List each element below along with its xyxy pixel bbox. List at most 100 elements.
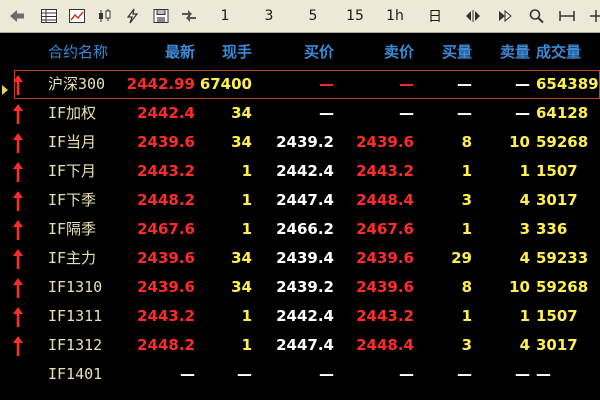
line-chart-icon[interactable] <box>66 3 88 29</box>
up-arrow-icon <box>13 104 23 124</box>
ask-qty: 1 <box>519 307 530 325</box>
playback-icon[interactable] <box>494 3 516 29</box>
volume-now: 1 <box>241 191 252 209</box>
up-arrow-icon <box>13 133 23 153</box>
header-volume-now[interactable]: 现手 <box>192 38 252 67</box>
bid-qty: 1 <box>461 162 472 180</box>
ask-qty: 4 <box>519 191 530 209</box>
candlestick-icon[interactable] <box>94 3 116 29</box>
bid-price: 2442.4 <box>276 307 334 325</box>
ask-price: 2443.2 <box>356 162 414 180</box>
last-price: 2448.2 <box>137 336 195 354</box>
last-price: 2443.2 <box>137 307 195 325</box>
bid-qty: 29 <box>451 249 472 267</box>
bid-price: 2466.2 <box>276 220 334 238</box>
period-1-button[interactable]: 1 <box>210 3 240 29</box>
table-row[interactable]: IF1310 2439.6 34 2439.2 2439.6 8 10 59268 <box>0 273 600 302</box>
table-row[interactable]: IF当月 2439.6 34 2439.2 2439.6 8 10 59268 <box>0 128 600 157</box>
bid-price: — <box>319 365 334 383</box>
period-15-button[interactable]: 15 <box>340 3 370 29</box>
header-ask-qty[interactable]: 卖量 <box>480 38 530 67</box>
volume-now: 1 <box>241 220 252 238</box>
turnover: — <box>536 365 551 383</box>
period-3-button[interactable]: 3 <box>254 3 284 29</box>
ask-qty: — <box>515 365 530 383</box>
ask-price: — <box>399 104 414 122</box>
toolbar: 1 3 5 15 1h 日 <box>0 0 600 33</box>
last-price: 2442.4 <box>137 104 195 122</box>
ask-qty: 10 <box>509 278 530 296</box>
last-price: — <box>180 365 195 383</box>
back-icon[interactable] <box>6 3 28 29</box>
table-row[interactable]: IF1312 2448.2 1 2447.4 2448.4 3 4 3017 <box>0 331 600 360</box>
volume-now: 34 <box>231 278 252 296</box>
volume-now: 1 <box>241 336 252 354</box>
table-row[interactable]: IF下月 2443.2 1 2442.4 2443.2 1 1 1507 <box>0 157 600 186</box>
turnover: 3017 <box>536 336 578 354</box>
up-arrow-icon <box>13 191 23 211</box>
ask-qty: — <box>515 104 530 122</box>
last-price: 2439.6 <box>137 249 195 267</box>
bid-qty: 8 <box>461 278 472 296</box>
last-price: 2439.6 <box>137 133 195 151</box>
bid-price: 2447.4 <box>276 191 334 209</box>
ask-price: 2448.4 <box>356 336 414 354</box>
quote-list-icon[interactable] <box>38 3 60 29</box>
table-header: 合约名称 最新 现手 买价 卖价 买量 卖量 成交量 <box>0 38 600 66</box>
bid-price: 2439.2 <box>276 133 334 151</box>
bid-price: 2439.2 <box>276 278 334 296</box>
bid-price: 2439.4 <box>276 249 334 267</box>
ask-price: 2443.2 <box>356 307 414 325</box>
table-row[interactable]: IF下季 2448.2 1 2447.4 2448.4 3 4 3017 <box>0 186 600 215</box>
up-arrow-icon <box>13 336 23 356</box>
switch-arrows-icon[interactable] <box>178 3 200 29</box>
save-icon[interactable] <box>150 3 172 29</box>
header-bid-qty[interactable]: 买量 <box>420 38 472 67</box>
table-row[interactable]: IF加权 2442.4 34— — — —64128 <box>0 99 600 128</box>
last-price: 2443.2 <box>137 162 195 180</box>
ask-price: 2467.6 <box>356 220 414 238</box>
crosshair-icon[interactable] <box>584 3 600 29</box>
table-row[interactable]: IF主力 2439.6 34 2439.4 2439.6 29 4 59233 <box>0 244 600 273</box>
quote-table: 合约名称 最新 现手 买价 卖价 买量 卖量 成交量 沪深300 2442.99 6… <box>0 33 600 400</box>
volume-now: 34 <box>231 249 252 267</box>
volume-now: 34 <box>231 104 252 122</box>
period-5-button[interactable]: 5 <box>298 3 328 29</box>
ask-price: 2439.6 <box>356 278 414 296</box>
bid-price: — <box>319 104 334 122</box>
bid-qty: 1 <box>461 307 472 325</box>
header-ask[interactable]: 卖价 <box>336 38 414 67</box>
lightning-icon[interactable] <box>122 3 144 29</box>
up-arrow-icon <box>13 249 23 269</box>
volume-now: 34 <box>231 133 252 151</box>
header-turnover[interactable]: 成交量 <box>536 38 600 67</box>
zoom-horizontal-icon[interactable] <box>462 3 484 29</box>
bid-qty: 3 <box>461 191 472 209</box>
period-1h-button[interactable]: 1h <box>380 3 410 29</box>
ask-qty: 3 <box>519 220 530 238</box>
table-row[interactable]: IF1401— — — — — — — <box>0 360 600 389</box>
table-row[interactable]: IF1311 2443.2 1 2442.4 2443.2 1 1 1507 <box>0 302 600 331</box>
volume-now: 1 <box>241 162 252 180</box>
header-last[interactable]: 最新 <box>120 38 195 67</box>
turnover: 64128 <box>536 104 589 122</box>
table-row[interactable]: IF隔季 2467.6 1 2466.2 2467.6 1 3 336 <box>0 215 600 244</box>
search-icon[interactable] <box>526 3 548 29</box>
up-arrow-icon <box>13 162 23 182</box>
turnover: 336 <box>536 220 568 238</box>
ask-qty: 10 <box>509 133 530 151</box>
up-arrow-icon <box>11 364 25 386</box>
turnover: 59268 <box>536 278 589 296</box>
bid-qty: — <box>457 104 472 122</box>
bid-price: 2442.4 <box>276 162 334 180</box>
period-day-button[interactable]: 日 <box>420 3 450 29</box>
measure-icon[interactable] <box>556 3 578 29</box>
volume-now: — <box>237 365 252 383</box>
up-arrow-icon <box>13 220 23 240</box>
last-price: 2439.6 <box>137 278 195 296</box>
volume-now: 1 <box>241 307 252 325</box>
header-bid[interactable]: 买价 <box>260 38 334 67</box>
ask-qty: 4 <box>519 249 530 267</box>
bid-qty: 3 <box>461 336 472 354</box>
turnover: 1507 <box>536 162 578 180</box>
